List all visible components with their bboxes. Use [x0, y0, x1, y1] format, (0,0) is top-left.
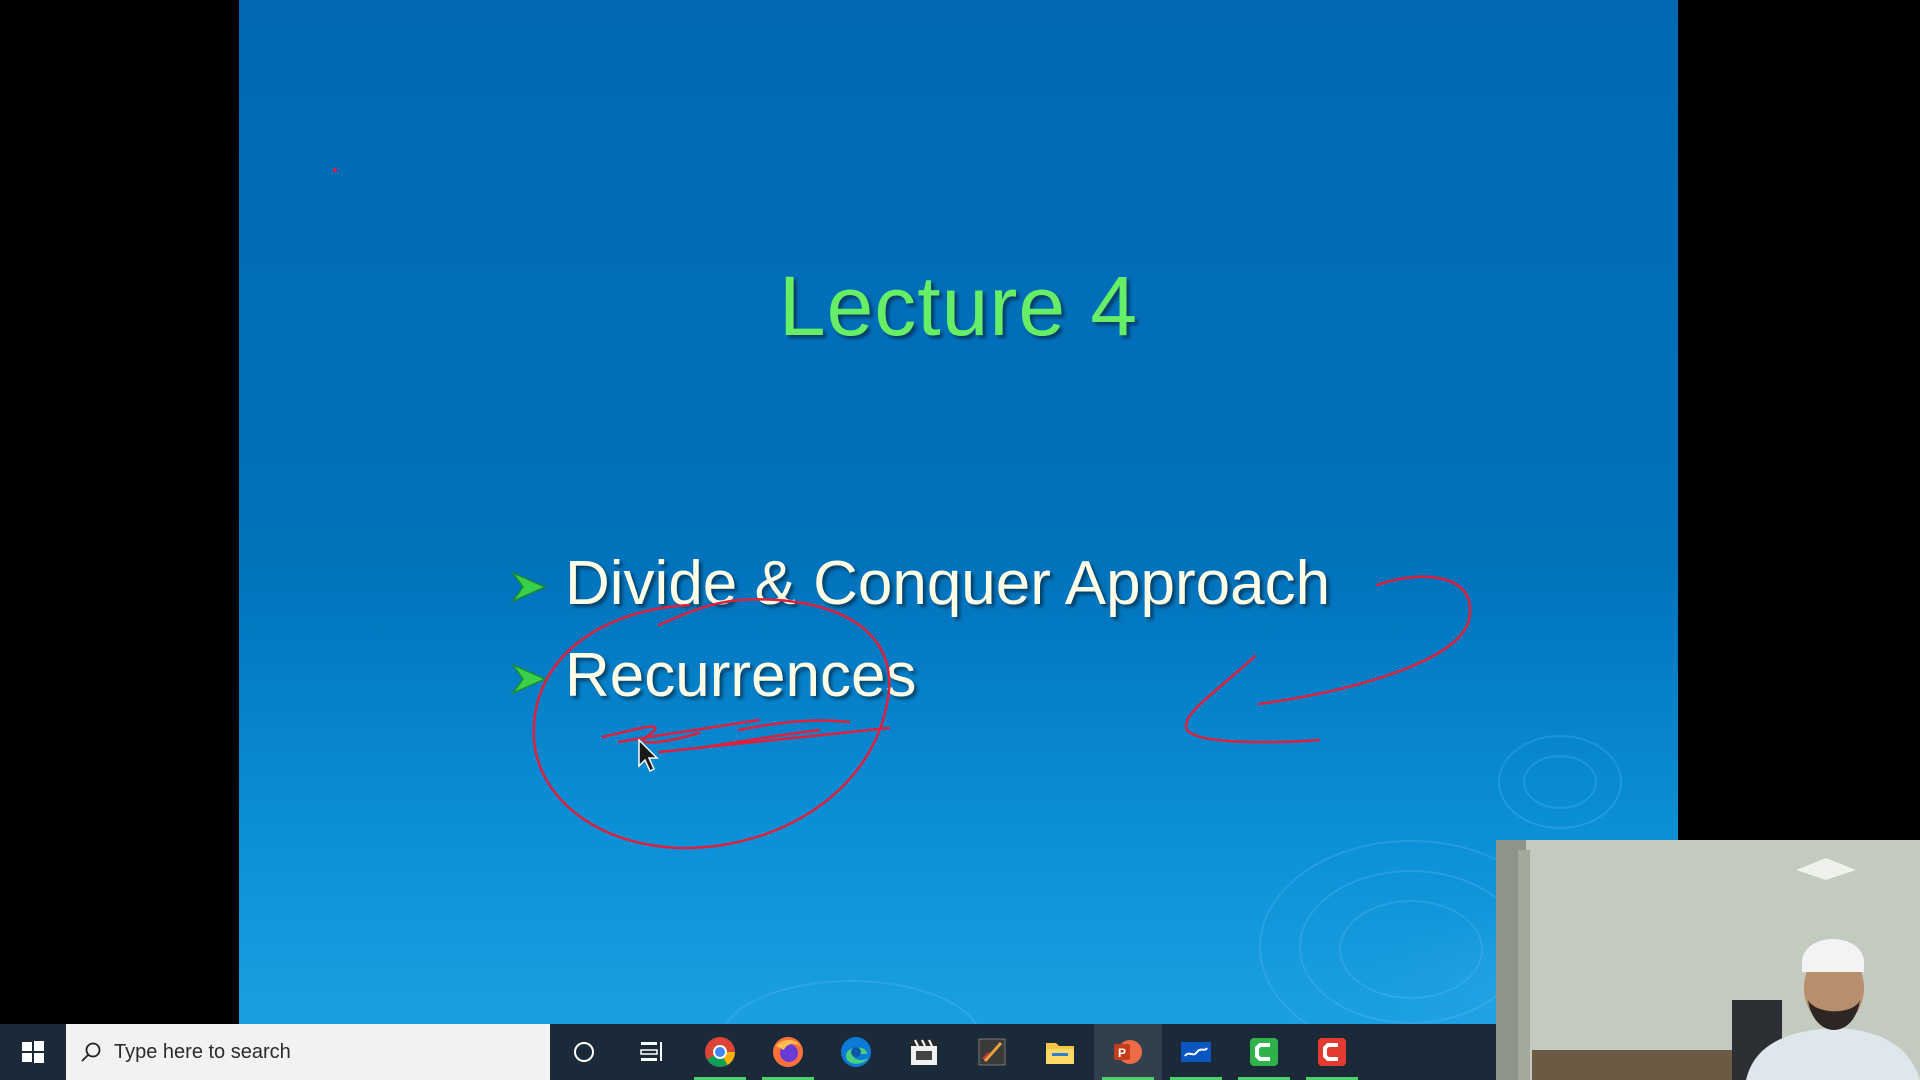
pen-tool-taskbar-button[interactable] — [958, 1024, 1026, 1080]
taskbar: Type here to search P — [0, 1024, 1496, 1080]
start-button[interactable] — [0, 1024, 66, 1080]
task-view-icon — [640, 1042, 662, 1061]
calendar-app-taskbar-button[interactable] — [890, 1024, 958, 1080]
presenter-video-icon — [1496, 840, 1920, 1080]
chrome-taskbar-button[interactable] — [686, 1024, 754, 1080]
mouse-cursor-icon — [638, 738, 659, 773]
pen-annotation-layer — [333, 168, 1472, 850]
firefox-taskbar-button[interactable] — [754, 1024, 822, 1080]
clapper-calendar-icon — [911, 1039, 937, 1065]
circle-icon — [574, 1042, 594, 1062]
pen-tablet-icon — [978, 1038, 1006, 1066]
presentation-slide[interactable]: Lecture 4 Divide & Conquer Approach Recu… — [239, 0, 1678, 1024]
edge-taskbar-button[interactable] — [822, 1024, 890, 1080]
svg-text:P: P — [1118, 1046, 1126, 1060]
powerpoint-taskbar-button[interactable]: P — [1094, 1024, 1162, 1080]
firefox-icon — [773, 1037, 803, 1067]
edge-icon — [841, 1037, 871, 1067]
search-placeholder: Type here to search — [114, 1040, 291, 1063]
ink-circle — [532, 598, 891, 850]
webcam-overlay — [1496, 840, 1920, 1080]
search-icon — [81, 1042, 101, 1062]
folder-icon — [1046, 1043, 1074, 1064]
camtasia-red-icon — [1318, 1038, 1346, 1066]
camtasia-recorder-taskbar-button[interactable] — [1298, 1024, 1366, 1080]
task-view-button[interactable] — [618, 1024, 686, 1080]
whiteboard-icon — [1181, 1042, 1211, 1062]
ink-dot — [333, 168, 337, 172]
windows-logo-icon — [22, 1041, 44, 1063]
file-explorer-taskbar-button[interactable] — [1026, 1024, 1094, 1080]
camtasia-editor-taskbar-button[interactable] — [1230, 1024, 1298, 1080]
cortana-button[interactable] — [550, 1024, 618, 1080]
whiteboard-taskbar-button[interactable] — [1162, 1024, 1230, 1080]
taskbar-search-box[interactable]: Type here to search — [66, 1024, 550, 1080]
powerpoint-icon: P — [1114, 1040, 1142, 1064]
chrome-icon — [705, 1037, 735, 1068]
desktop-screen: Lecture 4 Divide & Conquer Approach Recu… — [0, 0, 1920, 1080]
camtasia-green-icon — [1250, 1038, 1278, 1066]
ink-arrow-curve — [1184, 575, 1472, 744]
